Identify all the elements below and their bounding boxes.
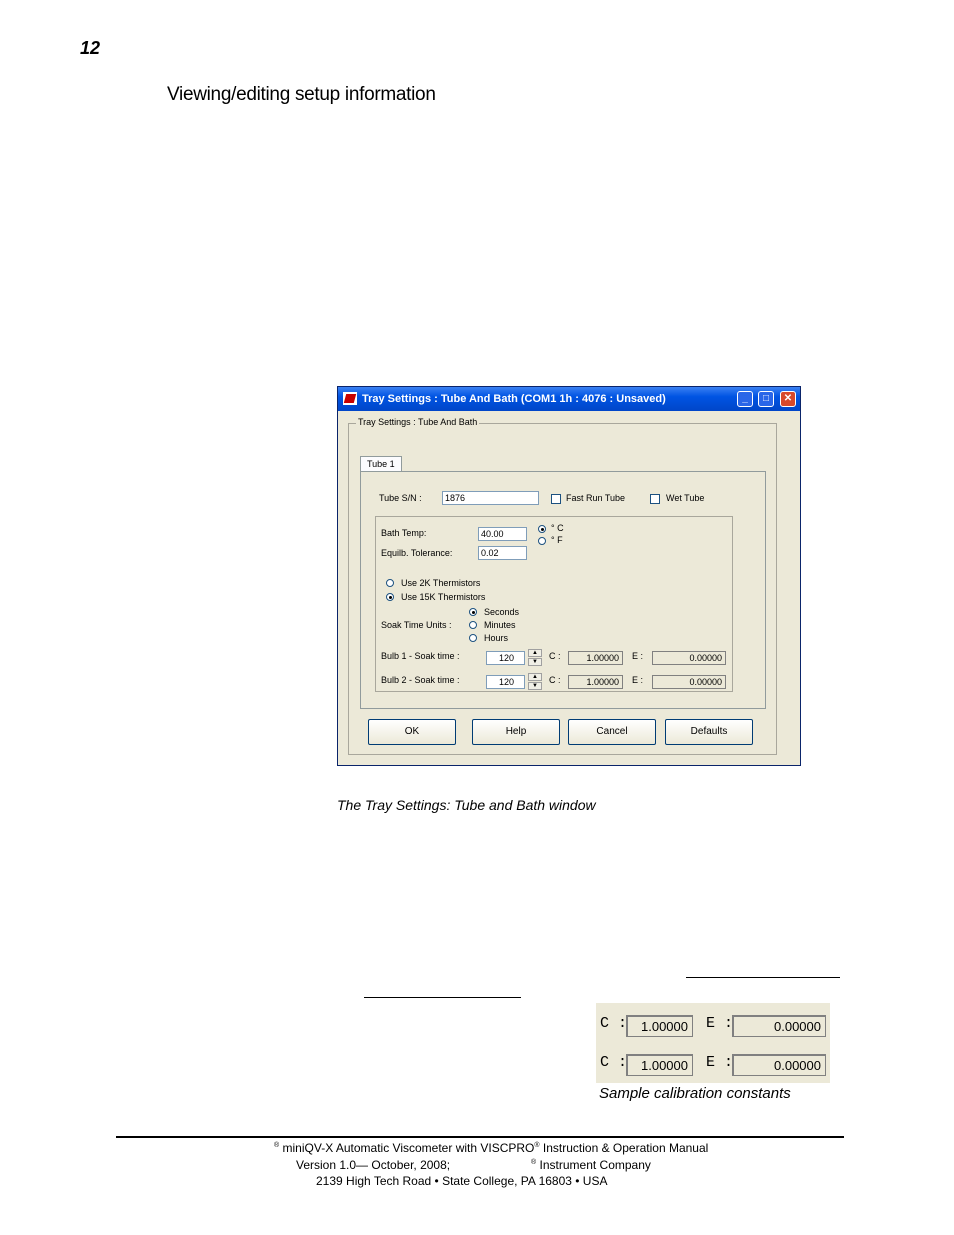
calibration-constants-image: C : 1.00000 E : 0.00000 C : 1.00000 E : … [596, 1003, 830, 1083]
tray-settings-dialog: Tray Settings : Tube And Bath (COM1 1h :… [337, 386, 801, 766]
text-underline [364, 997, 521, 998]
footer-line-1: ® miniQV-X Automatic Viscometer with VIS… [274, 1141, 708, 1155]
seconds-radio[interactable] [469, 608, 477, 616]
dialog-caption: The Tray Settings: Tube and Bath window [337, 797, 596, 813]
dialog-title: Tray Settings : Tube And Bath (COM1 1h :… [362, 393, 666, 405]
help-button[interactable]: Help [472, 719, 560, 745]
bath-temp-label: Bath Temp: [381, 528, 427, 538]
bulb2-spin-down-icon[interactable]: ▼ [528, 682, 542, 690]
therm-2k-radio[interactable] [386, 579, 394, 587]
tab-tube-1[interactable]: Tube 1 [360, 456, 402, 471]
registered-mark: ® [534, 1142, 540, 1149]
therm-15k-radio[interactable] [386, 593, 394, 601]
equilb-tol-label: Equilb. Tolerance: [381, 548, 453, 558]
unit-f-label: ° F [551, 535, 563, 545]
minimize-icon[interactable]: _ [737, 391, 753, 407]
hours-label: Hours [484, 633, 509, 643]
bulb1-spin-down-icon[interactable]: ▼ [528, 658, 542, 666]
wet-tube-label: Wet Tube [666, 493, 705, 503]
maximize-icon[interactable]: □ [758, 391, 774, 407]
bath-temp-input[interactable]: 40.00 [478, 527, 527, 541]
fast-run-label: Fast Run Tube [566, 493, 626, 503]
page-number: 12 [80, 38, 101, 58]
bulb2-soak-input[interactable]: 120 [486, 675, 525, 689]
cancel-button[interactable]: Cancel [568, 719, 656, 745]
registered-mark: ® [274, 1142, 280, 1149]
wet-tube-checkbox[interactable] [650, 494, 660, 504]
bulb1-c-label: C : [549, 651, 561, 661]
bulb2-c-value: 1.00000 [568, 675, 623, 689]
close-icon[interactable]: ✕ [780, 391, 796, 407]
cal-e-label: E : [706, 1054, 734, 1071]
outer-group-label: Tray Settings : Tube And Bath [356, 417, 480, 427]
bulb1-c-value: 1.00000 [568, 651, 623, 665]
cal-e-label: E : [706, 1015, 734, 1032]
seconds-label: Seconds [484, 607, 520, 617]
dialog-titlebar: Tray Settings : Tube And Bath (COM1 1h :… [338, 387, 800, 411]
cal-c-label: C : [600, 1015, 628, 1032]
cal-c-label: C : [600, 1054, 628, 1071]
bulb1-e-value: 0.00000 [652, 651, 726, 665]
ok-button[interactable]: OK [368, 719, 456, 745]
hours-radio[interactable] [469, 634, 477, 642]
bulb2-e-value: 0.00000 [652, 675, 726, 689]
footer-rule [116, 1136, 844, 1138]
unit-f-radio[interactable] [538, 537, 546, 545]
bulb1-label: Bulb 1 - Soak time : [381, 651, 460, 661]
footer-manual: Instruction & Operation Manual [542, 1141, 709, 1155]
cal-row1-e: 0.00000 [732, 1015, 826, 1037]
bulb2-spin-up-icon[interactable]: ▲ [528, 673, 542, 681]
minutes-radio[interactable] [469, 621, 477, 629]
therm-2k-label: Use 2K Thermistors [401, 578, 481, 588]
text-underline [686, 977, 840, 978]
calibration-caption: Sample calibration constants [599, 1085, 791, 1102]
fast-run-checkbox[interactable] [551, 494, 561, 504]
bulb2-c-label: C : [549, 675, 561, 685]
section-title: Viewing/editing setup information [167, 84, 436, 105]
bulb1-soak-input[interactable]: 120 [486, 651, 525, 665]
footer-address: 2139 High Tech Road • State College, PA … [316, 1174, 608, 1188]
cal-row2-c: 1.00000 [626, 1054, 693, 1076]
tube-sn-label: Tube S/N : [379, 493, 422, 503]
cal-row1-c: 1.00000 [626, 1015, 693, 1037]
footer-version: Version 1.0— October, 2008; [296, 1158, 451, 1172]
therm-15k-label: Use 15K Thermistors [401, 592, 486, 602]
tube-sn-input[interactable]: 1876 [442, 491, 539, 505]
unit-c-radio[interactable] [538, 525, 546, 533]
registered-mark: ® [531, 1159, 537, 1166]
app-logo-icon [343, 392, 357, 405]
equilb-tol-input[interactable]: 0.02 [478, 546, 527, 560]
bulb1-spin-up-icon[interactable]: ▲ [528, 649, 542, 657]
defaults-button[interactable]: Defaults [665, 719, 753, 745]
unit-c-label: ° C [551, 523, 564, 533]
footer-product: miniQV-X Automatic Viscometer with VISCP… [282, 1141, 535, 1155]
bulb1-e-label: E : [632, 651, 644, 661]
footer-company: ® Instrument Company [531, 1158, 651, 1172]
bulb2-label: Bulb 2 - Soak time : [381, 675, 460, 685]
cal-row2-e: 0.00000 [732, 1054, 826, 1076]
footer-company-name: Instrument Company [539, 1158, 651, 1172]
bulb2-e-label: E : [632, 675, 644, 685]
soak-units-label: Soak Time Units : [381, 620, 452, 630]
minutes-label: Minutes [484, 620, 516, 630]
